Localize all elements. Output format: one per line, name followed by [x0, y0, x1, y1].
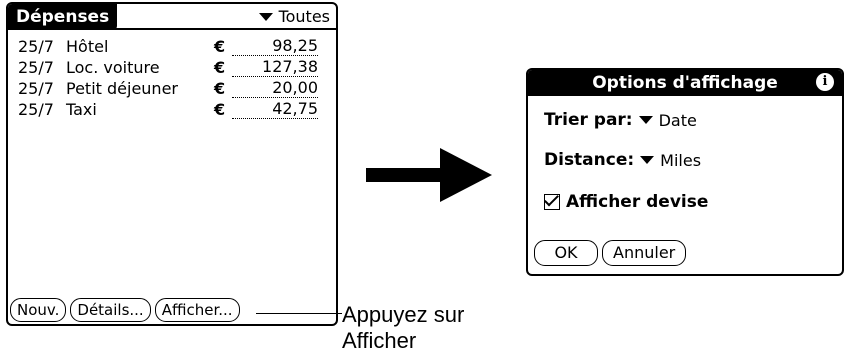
screen-title: Dépenses [8, 4, 118, 30]
display-options-dialog: Options d'affichage i Trier par: Date Di… [526, 68, 844, 276]
expense-row[interactable]: 25/7 Hôtel € 98,25 [18, 36, 326, 57]
button-bar: Nouv. Détails... Afficher... [10, 298, 240, 322]
expense-amount[interactable]: 98,25 [232, 37, 318, 56]
show-currency-label: Afficher devise [566, 192, 709, 212]
currency-symbol: € [214, 100, 226, 119]
show-currency-option[interactable]: Afficher devise [544, 192, 708, 212]
currency-symbol: € [214, 58, 226, 77]
expense-amount[interactable]: 20,00 [232, 79, 318, 98]
checkbox-checked-icon[interactable] [544, 194, 560, 210]
title-underline [8, 28, 336, 30]
new-button[interactable]: Nouv. [10, 298, 67, 322]
info-icon[interactable]: i [816, 73, 834, 91]
callout-line-1: Appuyez sur [342, 302, 465, 327]
sort-label: Trier par: [544, 110, 633, 130]
distance-value[interactable]: Miles [660, 151, 701, 170]
expense-date: 25/7 [18, 37, 54, 56]
dialog-title-bar: Options d'affichage i [528, 70, 842, 96]
dropdown-triangle-icon [258, 13, 273, 21]
callout-line-2: Afficher [342, 328, 417, 353]
right-arrow-icon [366, 148, 492, 202]
show-button[interactable]: Afficher... [154, 298, 240, 322]
ok-button[interactable]: OK [534, 240, 598, 266]
expense-row[interactable]: 25/7 Loc. voiture € 127,38 [18, 57, 326, 78]
expense-description: Loc. voiture [66, 58, 160, 77]
expense-row[interactable]: 25/7 Petit déjeuner € 20,00 [18, 78, 326, 99]
dropdown-triangle-icon[interactable] [640, 156, 655, 164]
dialog-button-bar: OK Annuler [534, 240, 687, 266]
sort-option: Trier par: Date [544, 110, 697, 130]
callout-leader-line [256, 313, 342, 314]
expense-amount[interactable]: 127,38 [232, 58, 318, 77]
expense-description: Hôtel [66, 37, 109, 56]
category-picker[interactable]: Toutes [258, 7, 330, 27]
expense-description: Petit déjeuner [66, 79, 178, 98]
distance-label: Distance: [544, 150, 635, 170]
expense-date: 25/7 [18, 79, 54, 98]
dialog-title: Options d'affichage [592, 73, 778, 93]
expense-row[interactable]: 25/7 Taxi € 42,75 [18, 99, 326, 120]
currency-symbol: € [214, 37, 226, 56]
category-value: Toutes [278, 7, 330, 26]
title-bar: Dépenses Toutes [8, 4, 336, 32]
sort-value[interactable]: Date [659, 111, 697, 130]
expense-date: 25/7 [18, 100, 54, 119]
dropdown-triangle-icon[interactable] [638, 116, 653, 124]
expense-screen: Dépenses Toutes 25/7 Hôtel € 98,25 25/7 … [6, 2, 338, 326]
expense-date: 25/7 [18, 58, 54, 77]
expense-list: 25/7 Hôtel € 98,25 25/7 Loc. voiture € 1… [18, 36, 326, 120]
distance-option: Distance: Miles [544, 150, 701, 170]
cancel-button[interactable]: Annuler [602, 240, 687, 266]
expense-amount[interactable]: 42,75 [232, 100, 318, 119]
callout-label: Appuyez sur Afficher [342, 302, 464, 354]
expense-description: Taxi [66, 100, 97, 119]
currency-symbol: € [214, 79, 226, 98]
details-button[interactable]: Détails... [70, 298, 151, 322]
